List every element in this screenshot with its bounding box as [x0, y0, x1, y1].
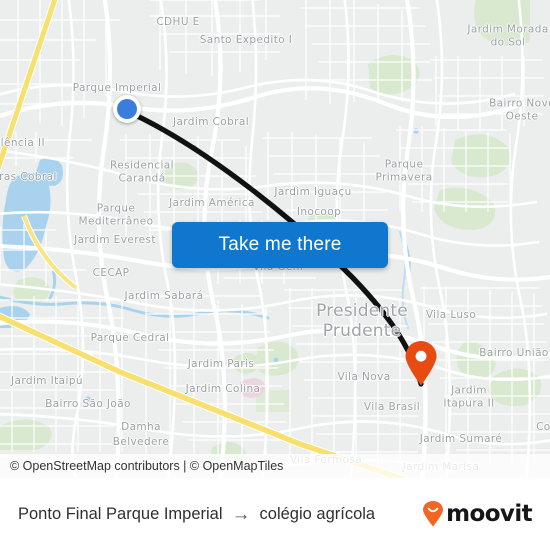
arrow-right-icon: →	[231, 503, 251, 525]
moovit-wordmark: moovit	[446, 500, 532, 527]
destination-marker[interactable]	[404, 340, 438, 386]
moovit-logo[interactable]: moovit	[422, 500, 533, 527]
route-origin-label: Ponto Final Parque Imperial	[18, 504, 223, 523]
origin-marker-dot	[117, 99, 137, 119]
origin-marker[interactable]	[113, 95, 141, 123]
trip-footer: Ponto Final Parque Imperial → colégio ag…	[0, 478, 550, 550]
moovit-trip-map-screen: CDHU E Santo Expedito I Jardim Morada do S…	[0, 0, 550, 550]
map-canvas[interactable]: CDHU E Santo Expedito I Jardim Morada do S…	[0, 0, 550, 478]
moovit-pin-icon	[423, 501, 444, 527]
route-destination-label: colégio agrícola	[259, 504, 376, 523]
destination-pin-icon	[405, 341, 437, 386]
take-me-there-button[interactable]: Take me there	[172, 222, 388, 268]
map-attribution-bar: © OpenStreetMap contributors | © OpenMap…	[0, 454, 550, 478]
map-attribution-text[interactable]: © OpenStreetMap contributors | © OpenMap…	[0, 459, 283, 473]
route-summary: Ponto Final Parque Imperial → colégio ag…	[18, 505, 422, 524]
